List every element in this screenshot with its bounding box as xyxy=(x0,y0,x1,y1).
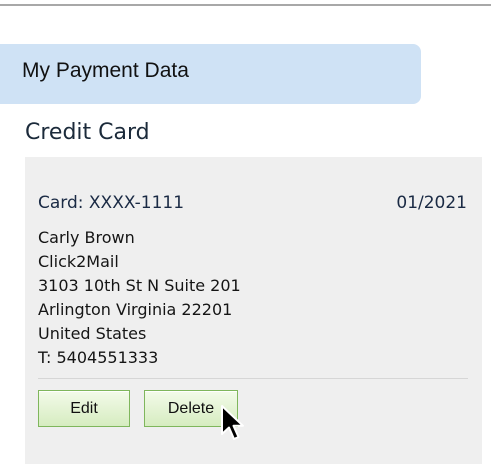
card-expiry: 01/2021 xyxy=(396,193,467,213)
billing-address: Carly Brown Click2Mail 3103 10th St N Su… xyxy=(38,226,241,370)
address-country: United States xyxy=(38,324,147,343)
address-phone: T: 5404551333 xyxy=(38,348,159,367)
mouse-pointer-icon xyxy=(221,405,244,440)
edit-button[interactable]: Edit xyxy=(38,390,130,427)
address-city-state-zip: Arlington Virginia 22201 xyxy=(38,300,233,319)
address-street: 3103 10th St N Suite 201 xyxy=(38,276,241,295)
card-number: Card: XXXX-1111 xyxy=(38,193,185,213)
address-name: Carly Brown xyxy=(38,228,135,247)
section-title: My Payment Data xyxy=(22,59,189,82)
credit-card-heading: Credit Card xyxy=(25,120,150,145)
top-divider xyxy=(0,4,491,6)
address-company: Click2Mail xyxy=(38,252,119,271)
actions-divider xyxy=(38,378,468,379)
